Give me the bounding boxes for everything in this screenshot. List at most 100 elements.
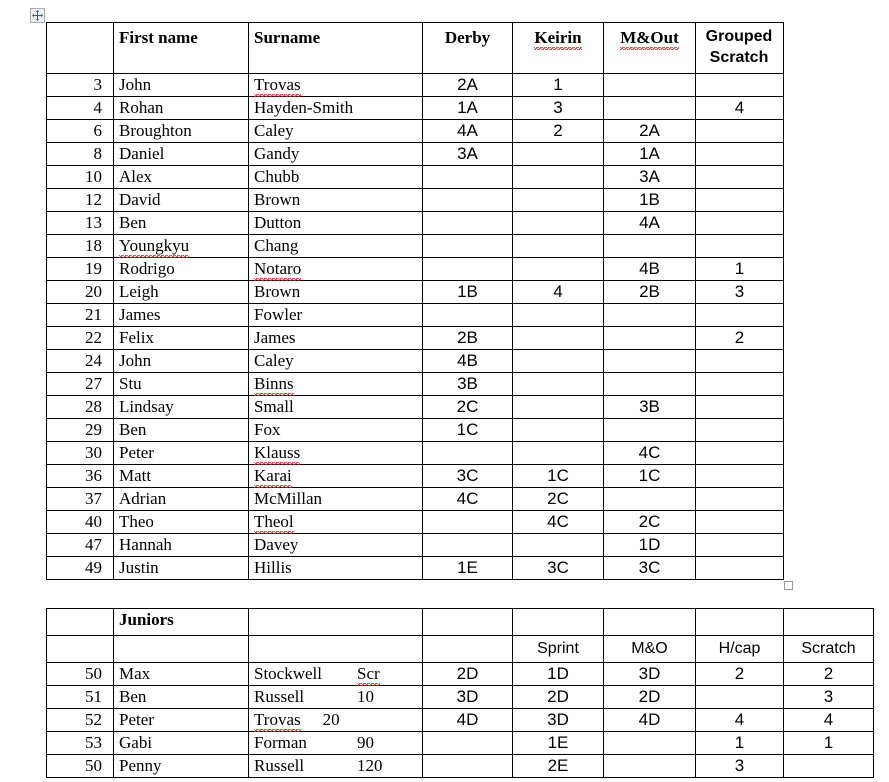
row-derby-17[interactable]: 3C — [422, 464, 513, 488]
table-row[interactable]: 20 Leigh Brown 1B 4 2B 3 — [46, 280, 784, 304]
table-row[interactable]: 8 Daniel Gandy 3A 1A — [46, 142, 784, 166]
juniors-row-scratch-4[interactable] — [783, 754, 874, 778]
juniors-row-scratch-2[interactable]: 4 — [783, 708, 874, 732]
row-grouped-scratch-9[interactable]: 3 — [695, 280, 784, 304]
row-number-13[interactable]: 27 — [46, 372, 114, 396]
row-first-name-7[interactable]: Youngkyu — [113, 234, 249, 259]
table-resize-handle[interactable] — [784, 581, 793, 590]
row-number-3[interactable]: 8 — [46, 142, 114, 166]
row-surname-16[interactable]: Klauss — [248, 441, 423, 466]
row-first-name-10[interactable]: James — [113, 303, 249, 327]
table-row[interactable]: 28 Lindsay Small 2C 3B — [46, 395, 784, 419]
row-derby-21[interactable]: 1E — [422, 556, 513, 580]
juniors-table-row[interactable]: 50 Max Stockwell Scr 2D 1D 3D 2 2 — [46, 662, 874, 687]
juniors-row-derby-2[interactable]: 4D — [422, 708, 513, 732]
juniors-row-number-1[interactable]: 51 — [46, 685, 114, 709]
row-first-name-2[interactable]: Broughton — [113, 119, 249, 143]
juniors-row-number-0[interactable]: 50 — [46, 662, 114, 686]
juniors-row-sprint-0[interactable]: 1D — [512, 662, 604, 686]
row-number-0[interactable]: 3 — [46, 73, 114, 97]
row-derby-18[interactable]: 4C — [422, 487, 513, 511]
row-m-and-out-0[interactable] — [603, 73, 696, 97]
row-number-14[interactable]: 28 — [46, 395, 114, 419]
table-row[interactable]: 4 Rohan Hayden-Smith 1A 3 4 — [46, 96, 784, 120]
juniors-row-first-name-0[interactable]: Max — [113, 662, 249, 686]
row-keirin-7[interactable] — [512, 234, 604, 258]
row-derby-7[interactable] — [422, 234, 513, 258]
row-derby-0[interactable]: 2A — [422, 73, 513, 97]
row-grouped-scratch-11[interactable]: 2 — [695, 326, 784, 350]
juniors-row-sprint-2[interactable]: 3D — [512, 708, 604, 732]
row-keirin-13[interactable] — [512, 372, 604, 396]
table-row[interactable]: 49 Justin Hillis 1E 3C 3C — [46, 556, 784, 580]
row-keirin-4[interactable] — [512, 165, 604, 189]
juniors-row-sprint-1[interactable]: 2D — [512, 685, 604, 709]
row-grouped-scratch-15[interactable] — [695, 418, 784, 442]
row-keirin-9[interactable]: 4 — [512, 280, 604, 304]
row-grouped-scratch-1[interactable]: 4 — [695, 96, 784, 120]
row-m-and-out-13[interactable] — [603, 372, 696, 396]
row-grouped-scratch-17[interactable] — [695, 464, 784, 488]
juniors-row-surname-1[interactable]: Russell 10 — [248, 685, 423, 709]
row-derby-2[interactable]: 4A — [422, 119, 513, 143]
main-results-table[interactable]: First name Surname Derby Keirin M&Out Gr… — [46, 22, 784, 580]
row-m-and-out-5[interactable]: 1B — [603, 188, 696, 212]
row-grouped-scratch-14[interactable] — [695, 395, 784, 419]
juniors-row-first-name-1[interactable]: Ben — [113, 685, 249, 709]
juniors-row-handicap-4[interactable]: 3 — [695, 754, 784, 778]
row-derby-9[interactable]: 1B — [422, 280, 513, 304]
row-derby-5[interactable] — [422, 188, 513, 212]
juniors-row-derby-4[interactable] — [422, 754, 513, 778]
row-surname-15[interactable]: Fox — [248, 418, 423, 442]
row-surname-18[interactable]: McMillan — [248, 487, 423, 511]
row-number-11[interactable]: 22 — [46, 326, 114, 350]
juniors-row-surname-3[interactable]: Forman 90 — [248, 731, 423, 755]
row-first-name-8[interactable]: Rodrigo — [113, 257, 249, 281]
row-number-8[interactable]: 19 — [46, 257, 114, 281]
table-row[interactable]: 13 Ben Dutton 4A — [46, 211, 784, 235]
table-move-handle[interactable] — [30, 8, 45, 23]
row-grouped-scratch-8[interactable]: 1 — [695, 257, 784, 281]
row-number-4[interactable]: 10 — [46, 165, 114, 189]
row-derby-10[interactable] — [422, 303, 513, 327]
row-surname-3[interactable]: Gandy — [248, 142, 423, 166]
juniors-table-row[interactable]: 50 Penny Russell 120 2E 3 — [46, 754, 874, 778]
row-m-and-out-12[interactable] — [603, 349, 696, 373]
juniors-row-surname-4[interactable]: Russell 120 — [248, 754, 423, 778]
row-number-20[interactable]: 47 — [46, 533, 114, 557]
row-number-7[interactable]: 18 — [46, 234, 114, 258]
row-surname-9[interactable]: Brown — [248, 280, 423, 304]
row-surname-17[interactable]: Karai — [248, 464, 423, 489]
row-number-18[interactable]: 37 — [46, 487, 114, 511]
juniors-row-sprint-4[interactable]: 2E — [512, 754, 604, 778]
row-m-and-out-15[interactable] — [603, 418, 696, 442]
juniors-row-handicap-3[interactable]: 1 — [695, 731, 784, 755]
row-derby-6[interactable] — [422, 211, 513, 235]
row-derby-12[interactable]: 4B — [422, 349, 513, 373]
row-m-and-out-21[interactable]: 3C — [603, 556, 696, 580]
row-m-and-out-16[interactable]: 4C — [603, 441, 696, 465]
juniors-row-m-and-o-1[interactable]: 2D — [603, 685, 696, 709]
row-surname-0[interactable]: Trovas — [248, 73, 423, 98]
row-surname-10[interactable]: Fowler — [248, 303, 423, 327]
row-keirin-3[interactable] — [512, 142, 604, 166]
table-row[interactable]: 22 Felix James 2B 2 — [46, 326, 784, 350]
row-first-name-20[interactable]: Hannah — [113, 533, 249, 557]
row-surname-1[interactable]: Hayden-Smith — [248, 96, 423, 120]
row-m-and-out-1[interactable] — [603, 96, 696, 120]
row-first-name-0[interactable]: John — [113, 73, 249, 97]
row-m-and-out-11[interactable] — [603, 326, 696, 350]
row-number-17[interactable]: 36 — [46, 464, 114, 488]
row-grouped-scratch-2[interactable] — [695, 119, 784, 143]
row-derby-8[interactable] — [422, 257, 513, 281]
row-grouped-scratch-16[interactable] — [695, 441, 784, 465]
row-surname-20[interactable]: Davey — [248, 533, 423, 557]
juniors-row-derby-1[interactable]: 3D — [422, 685, 513, 709]
juniors-row-handicap-0[interactable]: 2 — [695, 662, 784, 686]
row-keirin-21[interactable]: 3C — [512, 556, 604, 580]
row-surname-6[interactable]: Dutton — [248, 211, 423, 235]
juniors-row-first-name-4[interactable]: Penny — [113, 754, 249, 778]
row-first-name-14[interactable]: Lindsay — [113, 395, 249, 419]
row-keirin-11[interactable] — [512, 326, 604, 350]
row-surname-12[interactable]: Caley — [248, 349, 423, 373]
